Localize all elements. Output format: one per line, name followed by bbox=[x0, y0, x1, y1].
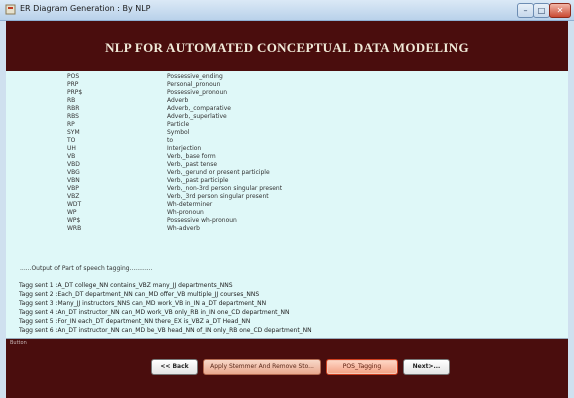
pos-tag-description: Possessive_pronoun bbox=[167, 89, 228, 96]
page-title: NLP FOR AUTOMATED CONCEPTUAL DATA MODELI… bbox=[105, 40, 469, 55]
pos-tag-description: Wh-adverb bbox=[167, 225, 200, 232]
pos-tag-code: POS bbox=[67, 73, 80, 80]
pos-tag-code: VB bbox=[67, 153, 76, 160]
pos-tag-code: VBP bbox=[67, 185, 79, 192]
pos-tag-row: RB Adverb bbox=[67, 97, 367, 105]
app-window: ER Diagram Generation : By NLP – □ ✕ NLP… bbox=[0, 0, 574, 398]
window-title: ER Diagram Generation : By NLP bbox=[20, 4, 151, 13]
pos-tag-code: WP bbox=[67, 209, 77, 216]
pos-tag-code: RBR bbox=[67, 105, 80, 112]
maximize-button[interactable]: □ bbox=[533, 3, 550, 18]
close-icon: ✕ bbox=[556, 6, 564, 15]
pos-tag-row: PRP$ Possessive_pronoun bbox=[67, 89, 367, 97]
pos-tag-row: UH Interjection bbox=[67, 145, 367, 153]
pos-tag-row: WRB Wh-adverb bbox=[67, 225, 367, 233]
pos-tag-row: TO to bbox=[67, 137, 367, 145]
button-panel-label: Button bbox=[10, 340, 27, 346]
pos-tag-description: Adverb,_comparative bbox=[167, 105, 231, 112]
tagged-sentence: Tagg sent 3 :Many_JJ instructors_NNS can… bbox=[19, 300, 267, 307]
tagged-sentence: Tagg sent 2 :Each_DT department_NN can_M… bbox=[19, 291, 260, 298]
pos-tag-code: VBZ bbox=[67, 193, 80, 200]
pos-tag-description: Adverb bbox=[167, 97, 189, 104]
maximize-icon: □ bbox=[537, 6, 546, 15]
pos-tag-description: Interjection bbox=[167, 145, 202, 152]
tagged-sentence: Tagg sent 6 :An_DT instructor_NN can_MD … bbox=[19, 327, 312, 334]
pos-tag-row: VBN Verb,_past participle bbox=[67, 177, 367, 185]
header-banner: NLP FOR AUTOMATED CONCEPTUAL DATA MODELI… bbox=[6, 21, 568, 71]
pos-tag-code: SYM bbox=[67, 129, 80, 136]
minimize-button[interactable]: – bbox=[517, 3, 534, 18]
pos-tag-description: Wh-pronoun bbox=[167, 209, 204, 216]
pos-tag-description: Verb,_3rd person singular present bbox=[167, 193, 269, 200]
pos-tag-code: WRB bbox=[67, 225, 82, 232]
pos-tag-code: VBD bbox=[67, 161, 80, 168]
tagged-sentence: Tagg sent 1 :A_DT college_NN contains_VB… bbox=[19, 282, 233, 289]
button-panel: Button << Back Apply Stemmer And Remove … bbox=[6, 339, 568, 398]
pos-tag-row: VBG Verb,_gerund or present participle bbox=[67, 169, 367, 177]
pos-tag-code: PRP bbox=[67, 81, 79, 88]
pos-tag-row: RBS Adverb,_superlative bbox=[67, 113, 367, 121]
pos-tag-code: RBS bbox=[67, 113, 79, 120]
app-icon bbox=[5, 4, 16, 15]
output-heading: ......Output of Part of speech tagging..… bbox=[20, 265, 153, 272]
pos-tag-description: Personal_pronoun bbox=[167, 81, 221, 88]
pos-tag-description: Possessive wh-pronoun bbox=[167, 217, 237, 224]
pos-tag-row: RBR Adverb,_comparative bbox=[67, 105, 367, 113]
pos-tag-description: to bbox=[167, 137, 174, 144]
pos-tag-code: TO bbox=[67, 137, 76, 144]
pos-tag-code: VBG bbox=[67, 169, 80, 176]
pos-tag-description: Adverb,_superlative bbox=[167, 113, 227, 120]
pos-tag-code: RP bbox=[67, 121, 75, 128]
pos-tag-row: VBP Verb,_non-3rd person singular present bbox=[67, 185, 367, 193]
pos-tag-row: WDT Wh-determiner bbox=[67, 201, 367, 209]
apply-stemmer-button[interactable]: Apply Stemmer And Remove Sto... bbox=[203, 359, 321, 375]
pos-tag-code: WP$ bbox=[67, 217, 81, 224]
pos-tag-code: VBN bbox=[67, 177, 80, 184]
pos-tag-description: Verb,_past tense bbox=[167, 161, 218, 168]
back-button[interactable]: << Back bbox=[151, 359, 198, 375]
tagged-sentence: Tagg sent 4 :An_DT instructor_NN can_MD … bbox=[19, 309, 290, 316]
pos-tagging-button[interactable]: POS_Tagging bbox=[326, 359, 398, 375]
pos-tag-description: Wh-determiner bbox=[167, 201, 213, 208]
pos-tag-description: Verb,_non-3rd person singular present bbox=[167, 185, 283, 192]
next-button[interactable]: Next>... bbox=[403, 359, 450, 375]
pos-tag-row: VBZ Verb,_3rd person singular present bbox=[67, 193, 367, 201]
pos-tag-code: WDT bbox=[67, 201, 82, 208]
pos-tag-code: RB bbox=[67, 97, 76, 104]
pos-tag-row: WP Wh-pronoun bbox=[67, 209, 367, 217]
pos-tag-description: Verb,_past participle bbox=[167, 177, 229, 184]
pos-tag-description: Possessive_ending bbox=[167, 73, 223, 80]
pos-tag-description: Verb,_gerund or present participle bbox=[167, 169, 270, 176]
pos-tag-row: POS Possessive_ending bbox=[67, 73, 367, 81]
close-button[interactable]: ✕ bbox=[549, 3, 571, 18]
pos-tag-row: VB Verb,_base form bbox=[67, 153, 367, 161]
pos-tag-row: WP$ Possessive wh-pronoun bbox=[67, 217, 367, 225]
pos-tag-description: Verb,_base form bbox=[167, 153, 216, 160]
pos-tag-description: Particle bbox=[167, 121, 190, 128]
output-text-area[interactable]: POS Possessive_ending PRP Personal_pronoun… bbox=[6, 71, 568, 339]
pos-tag-row: PRP Personal_pronoun bbox=[67, 81, 367, 89]
tagged-sentence: Tagg sent 5 :For_IN each_DT department_N… bbox=[19, 318, 251, 325]
pos-tag-description: Symbol bbox=[167, 129, 190, 136]
pos-tag-code: PRP$ bbox=[67, 89, 83, 96]
pos-tag-row: RP Particle bbox=[67, 121, 367, 129]
minimize-icon: – bbox=[523, 6, 528, 15]
title-bar[interactable]: ER Diagram Generation : By NLP – □ ✕ bbox=[0, 0, 574, 21]
pos-tag-row: SYM Symbol bbox=[67, 129, 367, 137]
pos-tag-code: UH bbox=[67, 145, 76, 152]
pos-tag-row: VBD Verb,_past tense bbox=[67, 161, 367, 169]
